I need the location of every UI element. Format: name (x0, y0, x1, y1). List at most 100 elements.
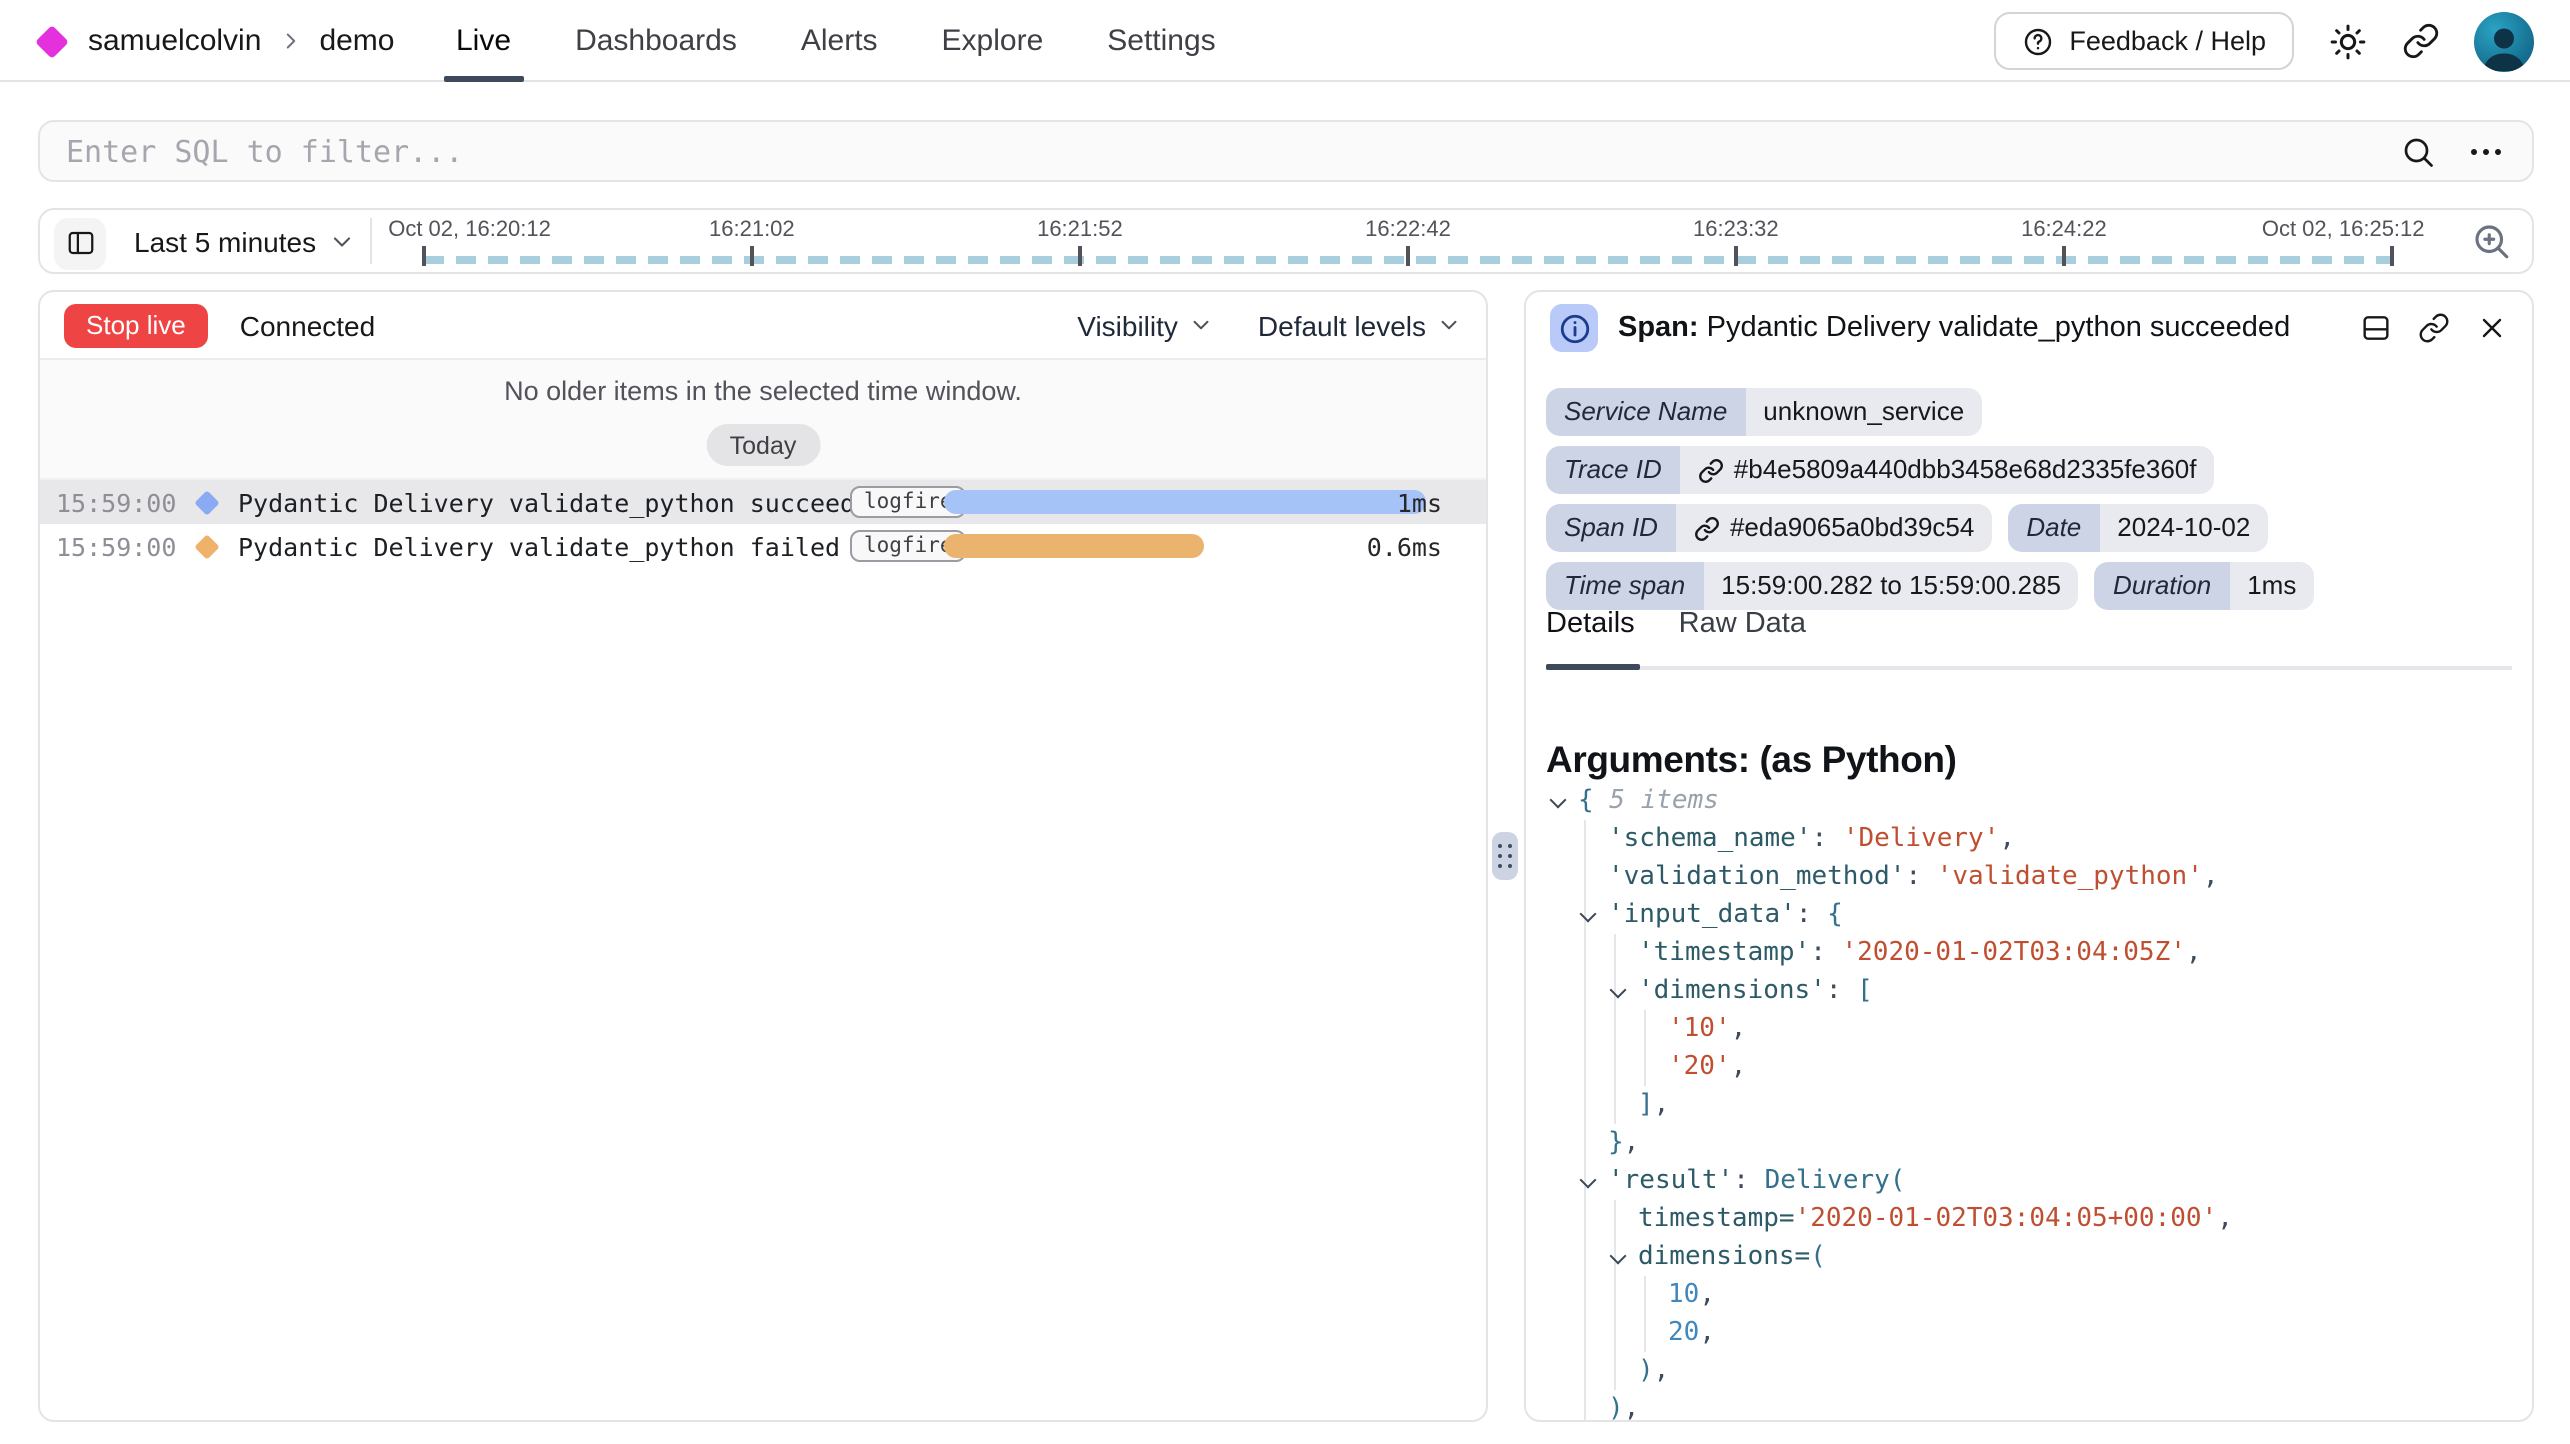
badge-label: Date (2008, 504, 2099, 552)
code-line[interactable]: 'timestamp': '2020-01-02T03:04:05Z', (1530, 934, 2528, 972)
visibility-label: Visibility (1077, 309, 1178, 341)
code-line[interactable]: 'validation_method': 'validate_python', (1530, 858, 2528, 896)
zoom-in-icon[interactable] (2470, 220, 2512, 262)
date-badge[interactable]: Date 2024-10-02 (2008, 504, 2268, 552)
duration-badge[interactable]: Duration 1ms (2095, 562, 2314, 610)
badge-value: 1ms (2229, 562, 2314, 610)
nav-tab[interactable]: Settings (1107, 0, 1215, 82)
badge-value: unknown_service (1745, 388, 1982, 436)
code-line[interactable]: '10', (1530, 1010, 2528, 1048)
share-link-icon[interactable] (2402, 22, 2440, 60)
code-line[interactable]: 'schema_name': 'Delivery', (1530, 820, 2528, 858)
expand-chevron-icon[interactable] (1610, 1247, 1627, 1264)
detail-tab[interactable]: Details (1546, 608, 1635, 658)
span-id-badge[interactable]: Span ID #eda9065a0bd39c54 (1546, 504, 1992, 552)
code-line[interactable]: dimensions=( (1530, 1238, 2528, 1276)
expand-chevron-icon[interactable] (1550, 791, 1567, 808)
tick-mark (423, 246, 426, 266)
visibility-dropdown[interactable]: Visibility (1077, 309, 1214, 341)
default-levels-label: Default levels (1258, 309, 1426, 341)
code-line[interactable]: 10, (1530, 1276, 2528, 1314)
log-timestamp: 15:59:00 (56, 531, 176, 561)
close-icon[interactable] (2476, 312, 2508, 344)
code-line[interactable]: }, (1530, 1124, 2528, 1162)
nav-tab[interactable]: Explore (942, 0, 1044, 82)
log-duration: 1ms (1397, 487, 1442, 517)
nav-tab[interactable]: Alerts (801, 0, 878, 82)
tick-mark (2062, 246, 2065, 266)
code-line[interactable]: ), (1530, 1390, 2528, 1422)
tick-mark (1734, 246, 1737, 266)
tick-label: 16:21:02 (709, 218, 795, 242)
nav-tab[interactable]: Live (456, 0, 511, 82)
top-bar: samuelcolvin demo Live Dashboards Alerts… (0, 0, 2570, 82)
log-row[interactable]: 15:59:00 Pydantic Delivery validate_pyth… (40, 480, 1486, 524)
code-line[interactable]: 'result': Delivery( (1530, 1162, 2528, 1200)
detail-tab[interactable]: Raw Data (1679, 608, 1806, 658)
chevron-down-icon (1436, 312, 1462, 338)
badge-label: Trace ID (1546, 446, 1680, 494)
span-attribute-badges: Service Name unknown_service Trace ID #b… (1546, 388, 2512, 610)
code-line[interactable]: 20, (1530, 1314, 2528, 1352)
time-range-dropdown[interactable]: Last 5 minutes (134, 210, 356, 272)
today-badge[interactable]: Today (706, 424, 821, 466)
tick-mark (2391, 246, 2394, 266)
stop-live-button[interactable]: Stop live (64, 303, 208, 347)
log-level-diamond-icon (194, 490, 219, 515)
code-line[interactable]: { 5 items (1530, 782, 2528, 820)
main-content: Stop live Connected Visibility Default l… (38, 290, 2534, 1422)
expand-chevron-icon[interactable] (1580, 905, 1597, 922)
link-icon (1698, 457, 1724, 483)
sidebar-toggle-icon[interactable] (54, 217, 106, 269)
copy-link-icon[interactable] (2418, 312, 2450, 344)
breadcrumb-project[interactable]: demo (319, 24, 394, 58)
feedback-help-button[interactable]: Feedback / Help (1993, 12, 2294, 70)
log-row[interactable]: 15:59:00 Pydantic Delivery validate_pyth… (40, 524, 1486, 568)
log-message: Pydantic Delivery validate_python succee… (238, 487, 885, 517)
time-span-badge[interactable]: Time span 15:59:00.282 to 15:59:00.285 (1546, 562, 2079, 610)
time-range-label: Last 5 minutes (134, 225, 316, 257)
service-name-badge[interactable]: Service Name unknown_service (1546, 388, 1982, 436)
code-line[interactable]: '20', (1530, 1048, 2528, 1086)
chevron-down-icon (328, 227, 356, 255)
sql-filter-input[interactable] (40, 133, 2400, 169)
panel-resize-handle[interactable] (1492, 832, 1518, 880)
log-timestamp: 15:59:00 (56, 487, 176, 517)
nav-tab[interactable]: Dashboards (575, 0, 737, 82)
code-line[interactable]: ), (1530, 1352, 2528, 1390)
breadcrumb: samuelcolvin demo (40, 0, 395, 82)
theme-toggle-sun-icon[interactable] (2328, 21, 2368, 61)
badge-value: #b4e5809a440dbb3458e68d2335fe360f (1680, 446, 2215, 494)
arguments-heading: Arguments: (as Python) (1546, 739, 1957, 783)
badge-label: Time span (1546, 562, 1703, 610)
code-line[interactable]: 'input_data': { (1530, 896, 2528, 934)
trace-id-badge[interactable]: Trace ID #b4e5809a440dbb3458e68d2335fe36… (1546, 446, 2215, 494)
empty-state-zone: No older items in the selected time wind… (40, 360, 1486, 480)
trace-id-value: #b4e5809a440dbb3458e68d2335fe360f (1734, 446, 2197, 494)
timeline[interactable]: Oct 02, 16:20:12 16:21:02 16:21:52 16:22… (424, 210, 2392, 272)
search-icon[interactable] (2400, 133, 2436, 169)
span-title-text: Pydantic Delivery validate_python succee… (1707, 312, 2291, 344)
default-levels-dropdown[interactable]: Default levels (1258, 309, 1462, 341)
tick-label: 16:21:52 (1037, 218, 1123, 242)
breadcrumb-org[interactable]: samuelcolvin (88, 24, 261, 58)
time-range-bar: Last 5 minutes Oct 02, 16:20:12 16:21:02 (38, 208, 2534, 274)
live-panel: Stop live Connected Visibility Default l… (38, 290, 1488, 1422)
logfire-logo-icon[interactable] (35, 24, 69, 58)
badge-label: Span ID (1546, 504, 1676, 552)
detail-tabs: Details Raw Data (1546, 608, 2512, 670)
user-avatar[interactable] (2474, 11, 2534, 71)
log-duration: 0.6ms (1367, 531, 1442, 561)
expand-chevron-icon[interactable] (1580, 1171, 1597, 1188)
more-options-icon[interactable] (2468, 133, 2504, 169)
log-duration-bar (944, 490, 1426, 514)
tick-label: Oct 02, 16:20:12 (388, 218, 551, 242)
feedback-help-label: Feedback / Help (2069, 26, 2266, 56)
dock-panel-icon[interactable] (2360, 312, 2392, 344)
expand-chevron-icon[interactable] (1610, 981, 1627, 998)
badge-label: Service Name (1546, 388, 1745, 436)
code-line[interactable]: 'dimensions': [ (1530, 972, 2528, 1010)
app-root: samuelcolvin demo Live Dashboards Alerts… (0, 0, 2570, 1444)
code-line[interactable]: ], (1530, 1086, 2528, 1124)
code-line[interactable]: timestamp='2020-01-02T03:04:05+00:00', (1530, 1200, 2528, 1238)
